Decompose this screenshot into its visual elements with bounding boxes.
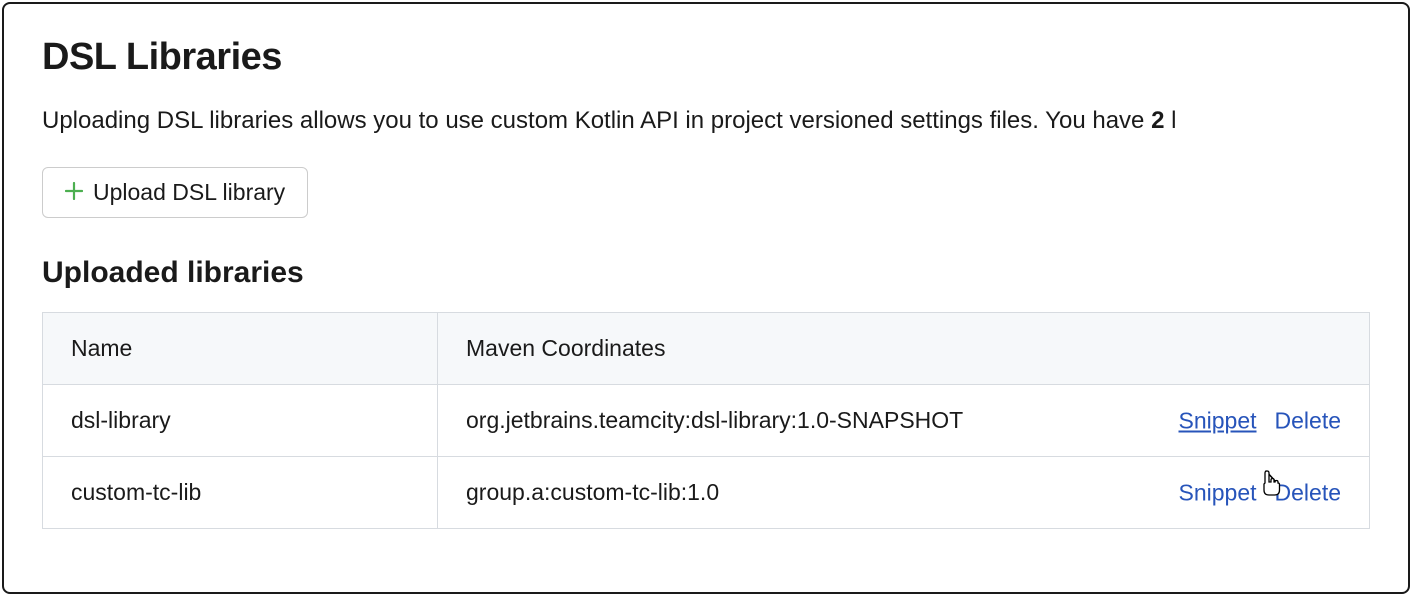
table-row: dsl-library org.jetbrains.teamcity:dsl-l… xyxy=(43,385,1370,457)
delete-link[interactable]: Delete xyxy=(1275,479,1341,506)
description-text: Uploading DSL libraries allows you to us… xyxy=(42,103,1370,139)
library-name-cell: dsl-library xyxy=(43,385,438,457)
row-actions: Snippet Delete xyxy=(1179,479,1342,506)
library-count: 2 xyxy=(1151,107,1164,134)
snippet-link[interactable]: Snippet xyxy=(1179,407,1257,434)
page-title: DSL Libraries xyxy=(42,36,1370,79)
plus-icon xyxy=(65,181,83,205)
table-header-row: Name Maven Coordinates xyxy=(43,313,1370,385)
column-header-coords: Maven Coordinates xyxy=(438,313,1370,385)
settings-panel: DSL Libraries Uploading DSL libraries al… xyxy=(2,2,1410,594)
column-header-name: Name xyxy=(43,313,438,385)
upload-dsl-library-button[interactable]: Upload DSL library xyxy=(42,167,308,218)
description-suffix: l xyxy=(1164,107,1176,134)
section-title: Uploaded libraries xyxy=(42,256,1370,290)
delete-link[interactable]: Delete xyxy=(1275,407,1341,434)
maven-coordinates: group.a:custom-tc-lib:1.0 xyxy=(466,479,719,506)
row-actions: Snippet Delete xyxy=(1179,407,1342,434)
libraries-table: Name Maven Coordinates dsl-library org.j… xyxy=(42,312,1370,529)
library-coords-cell: org.jetbrains.teamcity:dsl-library:1.0-S… xyxy=(438,385,1370,457)
table-row: custom-tc-lib group.a:custom-tc-lib:1.0 … xyxy=(43,457,1370,529)
library-coords-cell: group.a:custom-tc-lib:1.0 Snippet Delete xyxy=(438,457,1370,529)
library-name-cell: custom-tc-lib xyxy=(43,457,438,529)
upload-button-label: Upload DSL library xyxy=(93,179,285,206)
snippet-link[interactable]: Snippet xyxy=(1179,479,1257,506)
description-prefix: Uploading DSL libraries allows you to us… xyxy=(42,107,1151,134)
maven-coordinates: org.jetbrains.teamcity:dsl-library:1.0-S… xyxy=(466,407,963,434)
